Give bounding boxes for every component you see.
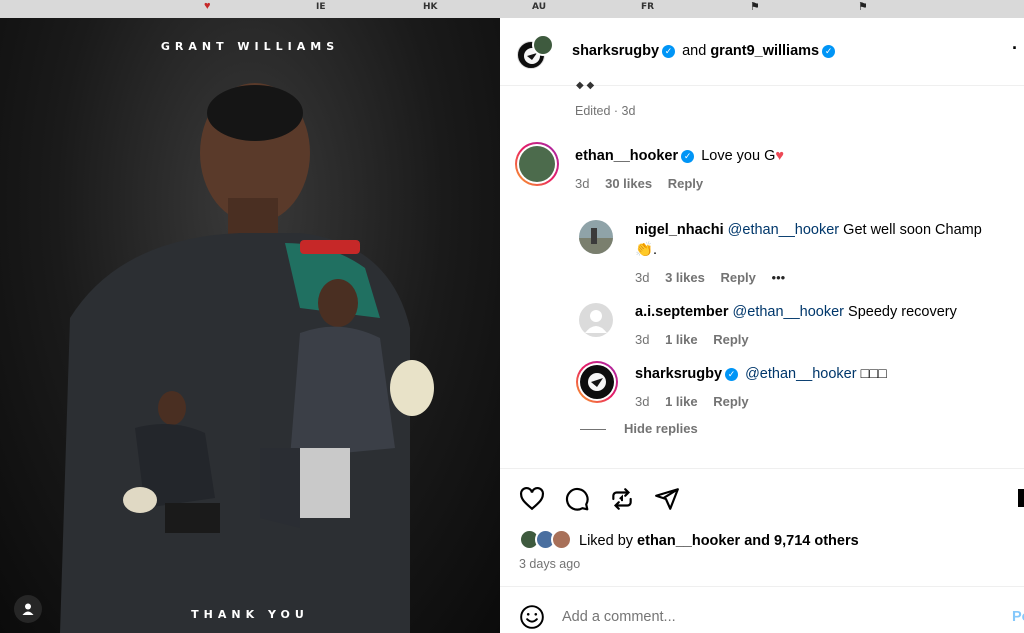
comment-time: 3d <box>575 176 590 191</box>
reply-body: a.i.september @ethan__hooker Speedy reco… <box>635 304 957 320</box>
heart-icon: ♥ <box>204 0 211 12</box>
reply-likes[interactable]: 1 like <box>665 332 698 347</box>
reply-username[interactable]: sharksrugby <box>635 366 722 382</box>
flag-label-fr: FR <box>641 2 655 12</box>
post-panel: sharksrugby ✓ and grant9_williams ✓ · ◆ ◆ … <box>500 18 1024 633</box>
liked-by-user[interactable]: ethan__hooker <box>637 533 740 549</box>
bookmark-icon[interactable]: ⚑ <box>750 0 760 13</box>
truncated-caption-icon: ◆ ◆ <box>576 80 595 91</box>
tagged-people-button[interactable] <box>14 595 42 623</box>
coauthor-username[interactable]: grant9_williams <box>710 43 819 59</box>
reply-time: 3d <box>635 332 650 347</box>
more-options-icon[interactable]: · <box>1012 38 1018 59</box>
post-header: sharksrugby ✓ and grant9_williams ✓ · <box>500 18 1024 86</box>
verified-badge-icon: ✓ <box>822 45 836 58</box>
divider <box>500 468 1024 469</box>
comment-meta: 3d 30 likes Reply <box>575 176 715 191</box>
liked-by-others[interactable]: and 9,714 others <box>744 533 858 549</box>
user-icon <box>22 603 34 615</box>
flag-label-hk: HK <box>423 2 438 12</box>
hide-replies-line <box>580 429 606 430</box>
story-ring[interactable] <box>576 361 618 403</box>
photo-title: GRANT WILLIAMS <box>160 40 340 53</box>
author-connector: and <box>682 43 707 59</box>
divider <box>500 586 1024 587</box>
avatar <box>551 529 572 550</box>
emoji-icon[interactable] <box>519 604 545 630</box>
reply-likes[interactable]: 3 likes <box>665 270 705 285</box>
like-heart-icon[interactable] <box>519 486 545 512</box>
flag-label-au: AU <box>532 2 546 12</box>
reply-time: 3d <box>635 394 650 409</box>
reply-username[interactable]: a.i.september <box>635 304 729 320</box>
author-username[interactable]: sharksrugby <box>572 43 659 59</box>
photo-caption: THANK YOU <box>191 608 309 621</box>
liked-by-prefix: Liked by <box>579 533 634 549</box>
reply-button[interactable]: Reply <box>713 394 748 409</box>
reply-username[interactable]: nigel_nhachi <box>635 222 724 238</box>
verified-badge-icon: ✓ <box>662 45 676 58</box>
reply-mention[interactable]: @ethan__hooker <box>745 366 856 382</box>
comment-username[interactable]: ethan__hooker <box>575 148 678 164</box>
reply-button[interactable]: Reply <box>713 332 748 347</box>
verified-badge-icon: ✓ <box>681 150 695 163</box>
reply-meta: 3d 3 likes Reply ••• <box>635 270 797 285</box>
comment-likes[interactable]: 30 likes <box>605 176 652 191</box>
flag-label-ie: IE <box>316 2 326 12</box>
reply-meta: 3d 1 like Reply <box>635 332 761 347</box>
reply-button[interactable]: Reply <box>668 176 703 191</box>
reply-text-line2: 👏. <box>635 242 658 258</box>
reply-text: Get well soon Champ <box>843 222 982 238</box>
repost-icon[interactable] <box>609 486 635 512</box>
reply-text: Speedy recovery <box>848 304 957 320</box>
reply-mention[interactable]: @ethan__hooker <box>733 304 844 320</box>
reply-mention[interactable]: @ethan__hooker <box>728 222 839 238</box>
post-authors: sharksrugby ✓ and grant9_williams ✓ <box>572 43 838 59</box>
avatar[interactable] <box>532 34 554 56</box>
post-time[interactable]: 3 days ago <box>519 557 580 571</box>
heart-emoji-icon: ♥ <box>775 148 784 164</box>
verified-badge-icon: ✓ <box>725 368 739 381</box>
avatar[interactable] <box>579 303 613 337</box>
reply-button[interactable]: Reply <box>720 270 755 285</box>
liked-by: Liked by ethan__hooker and 9,714 others <box>579 533 859 549</box>
comment-text: Love you G <box>701 148 776 164</box>
avatar[interactable] <box>580 365 614 399</box>
story-ring[interactable] <box>515 142 559 186</box>
bookmark-icon[interactable]: ⚑ <box>858 0 868 13</box>
save-bookmark-icon[interactable] <box>1014 486 1024 512</box>
reply-time: 3d <box>635 270 650 285</box>
browser-top-bar: ♥ IE HK AU FR ⚑ ⚑ <box>0 0 1024 18</box>
rugby-players-illustration <box>60 83 434 633</box>
edited-meta: Edited · 3d <box>575 104 636 118</box>
reply-meta: 3d 1 like Reply <box>635 394 761 409</box>
reply-body: sharksrugby ✓ @ethan__hooker □□□ <box>635 366 887 382</box>
avatar[interactable] <box>519 146 555 182</box>
comment-body: ethan__hooker ✓ Love you G♥ <box>575 148 784 164</box>
comment-icon[interactable] <box>564 486 590 512</box>
reply-body: nigel_nhachi @ethan__hooker Get well soo… <box>635 222 982 238</box>
reply-likes[interactable]: 1 like <box>665 394 698 409</box>
reply-text: □□□ <box>860 366 887 382</box>
post-image: GRANT WILLIAMS THANK YOU <box>0 18 500 633</box>
post-comment-button[interactable]: Po <box>1012 609 1024 625</box>
hide-replies-button[interactable]: Hide replies <box>624 421 698 436</box>
share-icon[interactable] <box>654 486 680 512</box>
avatar[interactable] <box>579 220 613 254</box>
comment-input[interactable] <box>562 606 992 628</box>
more-options-icon[interactable]: ••• <box>772 270 786 285</box>
